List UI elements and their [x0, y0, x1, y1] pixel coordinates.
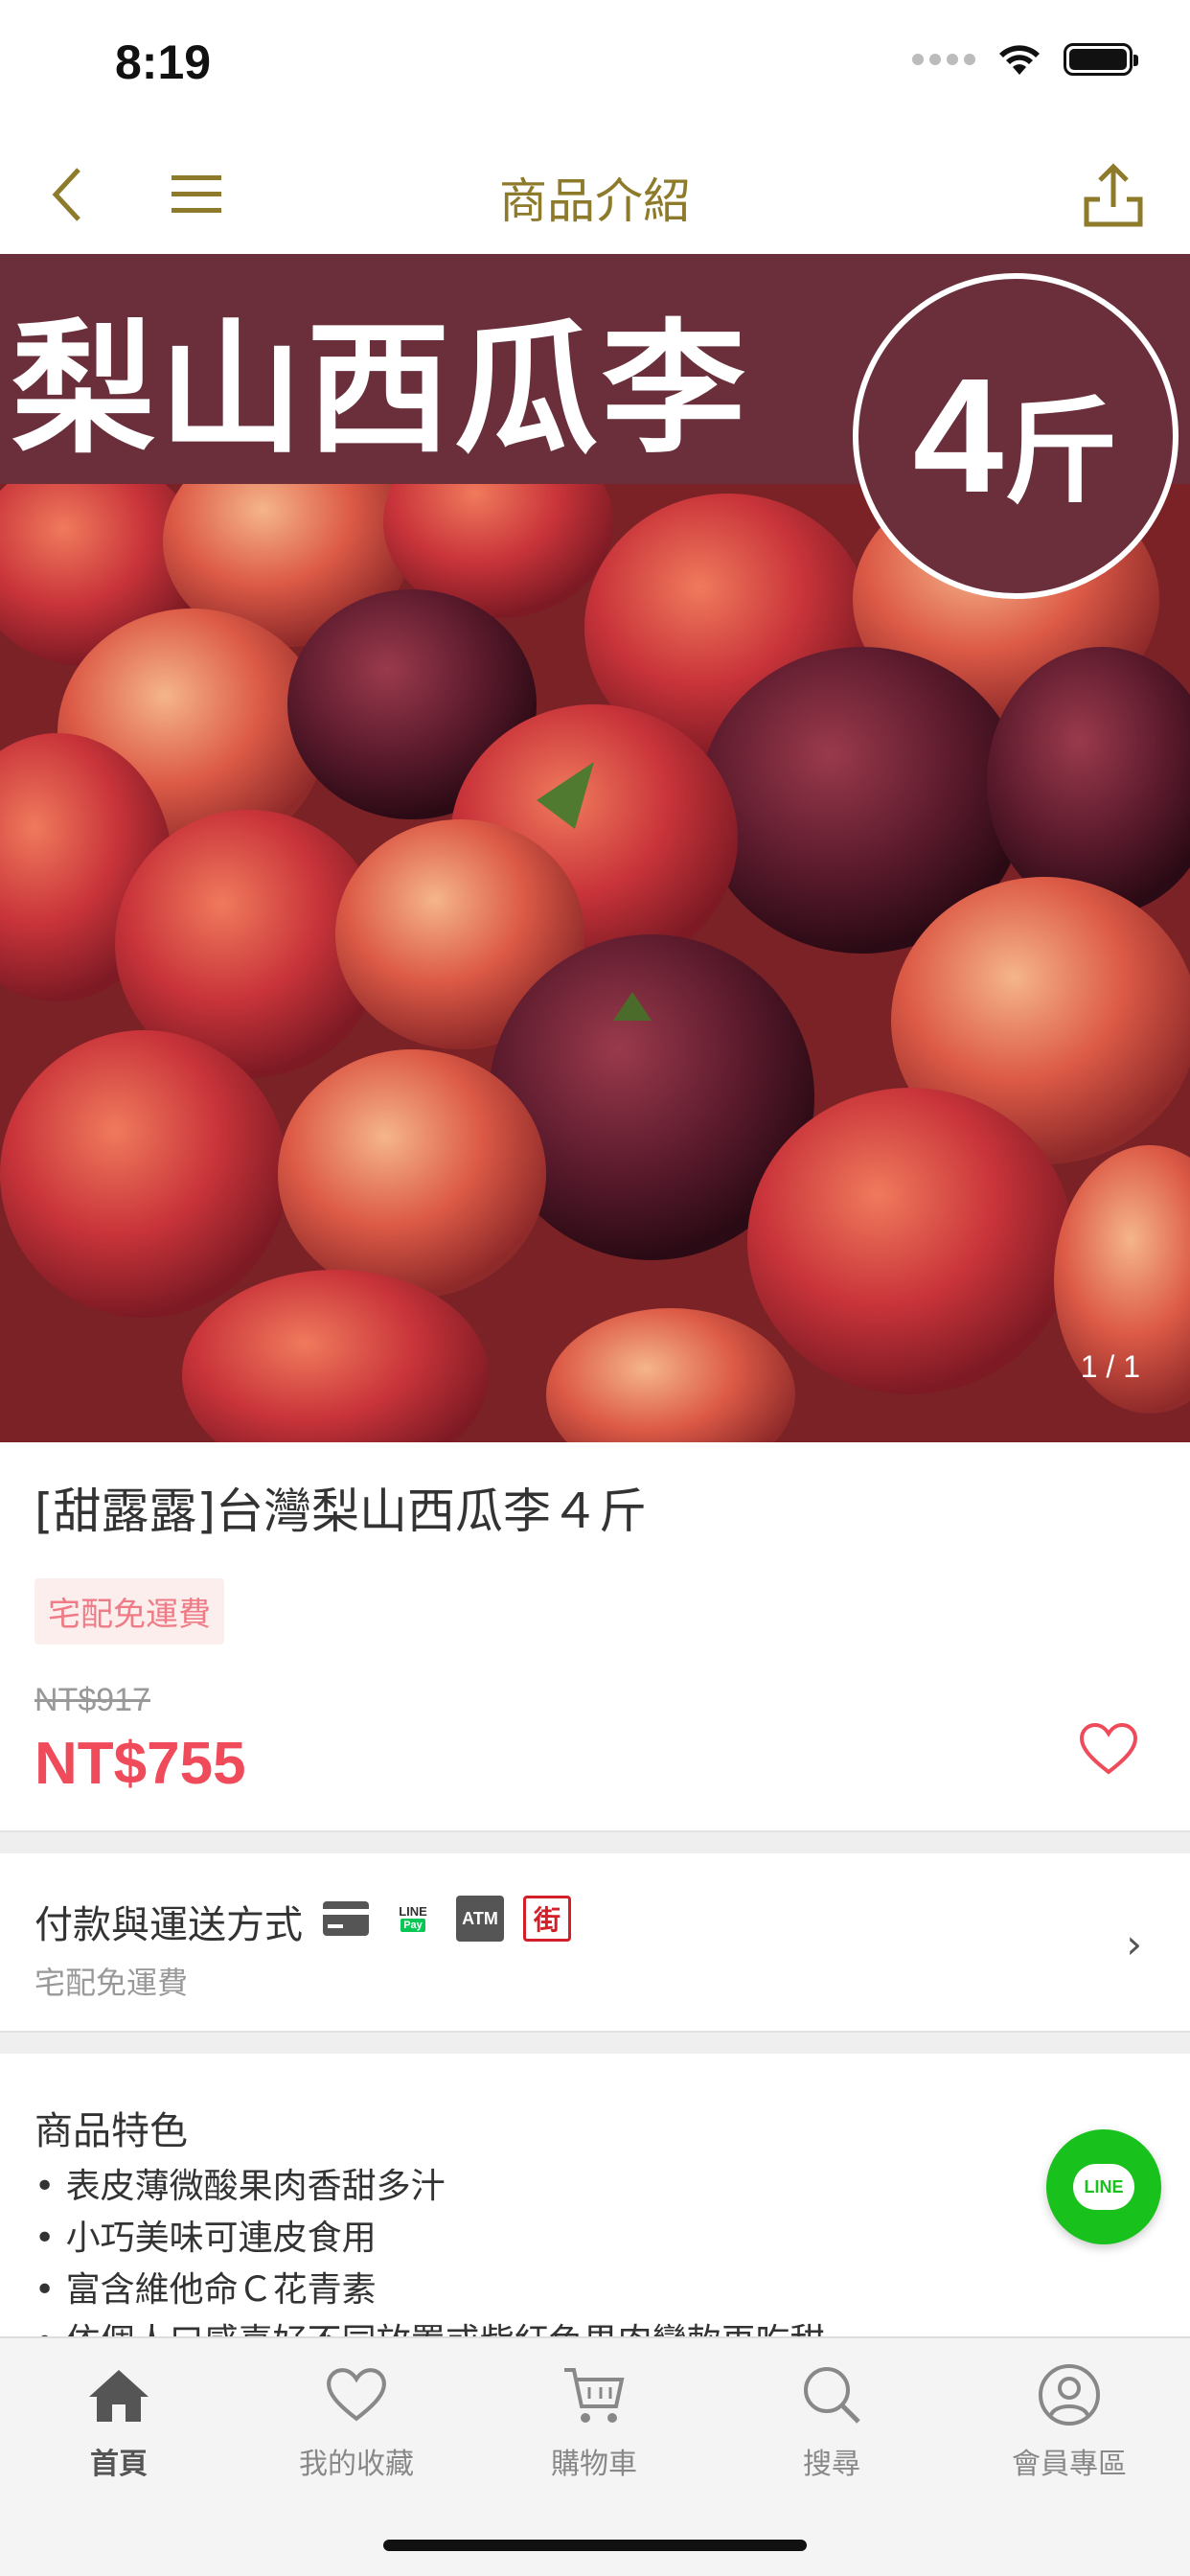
- signal-icon: [912, 54, 975, 65]
- features-title: 商品特色: [34, 2109, 188, 2153]
- tab-label: 我的收藏: [299, 2448, 414, 2481]
- search-icon: [798, 2361, 865, 2428]
- line-pay-icon: LINE Pay: [399, 1904, 427, 1932]
- product-features: 商品特色 • 表皮薄微酸果肉香甜多汁 • 小巧美味可連皮食用 • 富含維他命Ｃ花…: [0, 2054, 1190, 2336]
- badge-unit: 斤: [1003, 388, 1119, 517]
- tab-bar: 首頁 我的收藏 購物車 搜尋 會員專區: [0, 2336, 1190, 2576]
- status-time: 8:19: [115, 35, 212, 89]
- tab-label: 搜尋: [803, 2448, 860, 2481]
- payment-title: 付款與運送方式: [34, 1903, 303, 1947]
- tab-label: 會員專區: [1012, 2448, 1127, 2481]
- heart-icon: [1079, 1722, 1138, 1775]
- image-counter: 1 / 1: [1080, 1349, 1140, 1384]
- tab-home[interactable]: 首頁: [0, 2338, 238, 2501]
- weight-badge: 4斤: [853, 273, 1179, 599]
- line-chat-button[interactable]: LINE: [1046, 2129, 1161, 2244]
- product-info: [甜露露]台灣梨山西瓜李４斤 宅配免運費 NT$917 NT$755: [0, 1442, 1190, 1830]
- banner-text: 梨山西瓜李: [11, 307, 750, 473]
- tab-search[interactable]: 搜尋: [713, 2338, 950, 2501]
- tab-label: 首頁: [90, 2448, 148, 2481]
- payment-icons: LINE Pay ATM 街: [322, 1896, 571, 1942]
- payment-shipping-row[interactable]: 付款與運送方式 LINE Pay ATM 街 宅配免運費 ›: [0, 1853, 1190, 2031]
- tab-favorites[interactable]: 我的收藏: [238, 2338, 475, 2501]
- product-title: [甜露露]台灣梨山西瓜李４斤: [34, 1484, 648, 1539]
- heart-icon: [323, 2361, 390, 2428]
- badge-number: 4: [912, 345, 1004, 527]
- product-image-carousel[interactable]: 梨山西瓜李 4斤 1 / 1: [0, 254, 1190, 1442]
- line-icon: LINE: [1073, 2164, 1134, 2210]
- payment-subtitle: 宅配免運費: [34, 1965, 189, 2001]
- tab-label: 購物車: [551, 2448, 637, 2481]
- wifi-icon: [999, 45, 1040, 75]
- shipping-tag: 宅配免運費: [34, 1578, 224, 1644]
- section-divider: [0, 2031, 1190, 2054]
- original-price: NT$917: [34, 1682, 150, 1718]
- section-divider: [0, 1830, 1190, 1853]
- chevron-right-icon: ›: [1126, 1920, 1142, 1967]
- store-icon: 街: [523, 1896, 571, 1942]
- status-icons: [912, 42, 1138, 77]
- feature-item: • 小巧美味可連皮食用: [34, 2219, 377, 2258]
- share-button[interactable]: [1075, 151, 1152, 238]
- cart-icon: [561, 2361, 628, 2428]
- features-list: • 表皮薄微酸果肉香甜多汁 • 小巧美味可連皮食用 • 富含維他命Ｃ花青素 • …: [34, 2161, 825, 2336]
- page-title: 商品介紹: [499, 173, 691, 229]
- home-indicator: [383, 2540, 807, 2551]
- user-icon: [1036, 2361, 1103, 2428]
- share-icon: [1084, 163, 1143, 227]
- feature-item: • 依個人口感喜好不同放置或紫紅色果肉變軟再吃甜: [34, 2316, 825, 2336]
- home-icon: [85, 2361, 152, 2428]
- credit-card-icon: [322, 1896, 370, 1942]
- nav-bar: 商品介紹: [0, 134, 1190, 254]
- battery-icon: [1064, 43, 1138, 76]
- tab-cart[interactable]: 購物車: [475, 2338, 713, 2501]
- favorite-button[interactable]: [1075, 1715, 1142, 1782]
- feature-item: • 表皮薄微酸果肉香甜多汁: [34, 2167, 446, 2206]
- atm-icon: ATM: [456, 1896, 504, 1942]
- feature-item: • 富含維他命Ｃ花青素: [34, 2270, 377, 2310]
- status-bar: 8:19: [0, 0, 1190, 134]
- tab-member[interactable]: 會員專區: [950, 2338, 1188, 2501]
- sale-price: NT$755: [34, 1731, 246, 1797]
- plums-photo: [0, 484, 1190, 1442]
